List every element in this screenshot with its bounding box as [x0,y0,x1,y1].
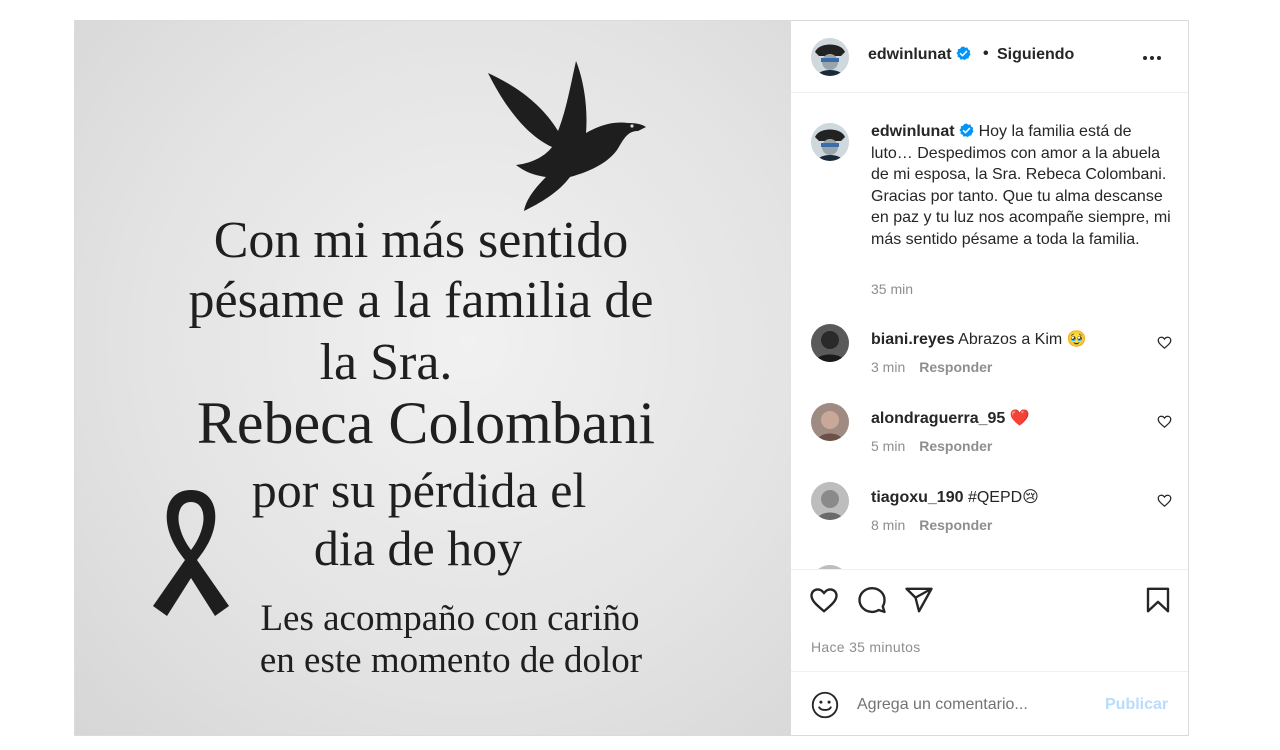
post-image[interactable]: Con mi más sentido pésame a la familia d… [75,21,791,735]
post-side-panel: edwinlunat • Siguiendo edwinlunat Hoy la… [791,21,1188,735]
condolence-line-5: por su pérdida el [251,462,587,518]
avatar-image [811,403,849,441]
comment-username[interactable]: biani.reyes [871,331,955,348]
comment-avatar[interactable] [811,324,849,362]
condolence-name: Rebeca Colombani [196,390,656,456]
post-actions [791,569,1188,629]
comment-time: 5 min [871,438,906,454]
comment-time: 3 min [871,359,906,375]
author-avatar[interactable] [811,38,849,76]
heart-icon[interactable] [1157,493,1172,508]
reply-button[interactable]: Responder [919,438,992,454]
comment-username[interactable]: tiagoxu_190 [871,489,963,506]
comment-avatar[interactable] [811,482,849,520]
publish-button[interactable]: Publicar [1105,696,1168,714]
condolence-line-3: la Sra. [319,334,453,391]
comment-text: ❤️ [1009,410,1030,427]
heart-icon[interactable] [1157,414,1172,429]
reply-button[interactable]: Responder [919,359,992,375]
reply-button[interactable]: Responder [919,517,992,533]
header-separator: • [983,45,989,62]
caption-avatar[interactable] [811,123,849,161]
ribbon-icon [153,490,229,616]
comment-item: biani.reyes Abrazos a Kim 🥹 3 min Respond… [791,324,1188,399]
comment-text: #QEPD😢 [967,489,1039,506]
author-username-wrap: edwinlunat [868,46,971,64]
comment-username[interactable]: alondraguerra_95 [871,410,1005,427]
avatar-image [811,123,849,161]
condolence-line-7: Les acompaño con cariño [260,598,640,639]
condolence-line-6: dia de hoy [313,520,523,576]
following-button[interactable]: Siguiendo [997,46,1074,64]
comment-text-wrap: alondraguerra_95 ❤️ [871,408,1030,428]
caption-time: 35 min [871,281,914,297]
comment-item: tiagoxu_190 #QEPD😢 8 min Responder [791,482,1188,557]
comment-icon[interactable] [857,585,887,615]
condolence-line-8: en este momento de dolor [259,640,643,681]
avatar-image [811,38,849,76]
comment-item: alondraguerra_95 ❤️ 5 min Responder [791,403,1188,478]
author-username[interactable]: edwinlunat [868,46,952,63]
comment-meta: 3 min Responder [871,359,992,375]
comment-text: Abrazos a Kim 🥹 [958,331,1087,348]
avatar-image [811,482,849,520]
avatar-image [811,324,849,362]
instagram-post: Con mi más sentido pésame a la familia d… [74,20,1189,736]
comment-time: 8 min [871,517,906,533]
bookmark-icon[interactable] [1143,585,1173,615]
heart-icon[interactable] [1157,335,1172,350]
comment-input[interactable] [857,690,1097,720]
post-timestamp: Hace 35 minutos [811,639,921,655]
emoji-icon[interactable] [811,691,839,719]
share-icon[interactable] [904,585,934,615]
caption-text: Hoy la familia está de luto… Despedimos … [871,123,1171,248]
post-header: edwinlunat • Siguiendo [791,21,1188,93]
post-caption: edwinlunat Hoy la familia está de luto… … [871,121,1171,251]
comment-avatar[interactable] [811,403,849,441]
verified-icon [959,123,974,138]
comment-meta: 8 min Responder [871,517,992,533]
add-comment-bar: Publicar [791,671,1188,735]
comment-meta: 5 min Responder [871,438,992,454]
comment-text-wrap: tiagoxu_190 #QEPD😢 [871,487,1039,507]
caption-username[interactable]: edwinlunat [871,123,955,140]
verified-icon [956,46,971,61]
condolence-line-1: Con mi más sentido [213,212,629,269]
condolence-line-2: pésame a la familia de [188,272,654,329]
more-options-icon[interactable] [1143,47,1169,67]
like-heart-icon[interactable] [809,585,839,615]
dove-icon [488,61,646,211]
comment-text-wrap: biani.reyes Abrazos a Kim 🥹 [871,329,1087,349]
